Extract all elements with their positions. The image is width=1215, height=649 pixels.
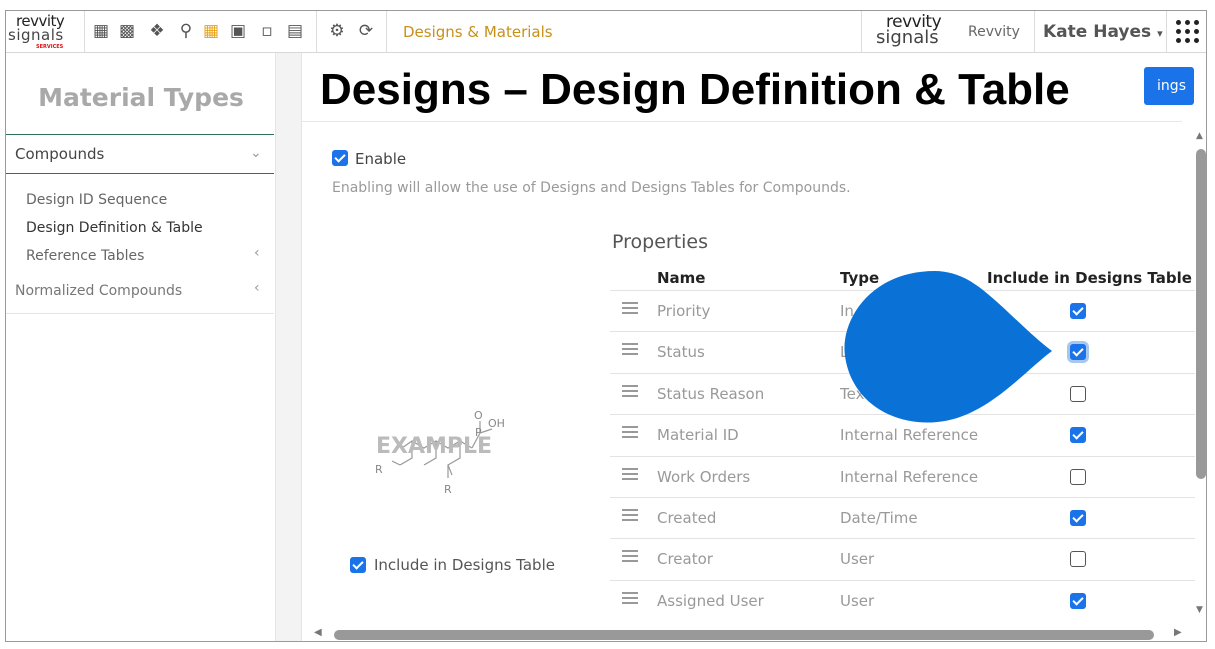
scroll-down-arrow-icon[interactable]: ▼	[1196, 605, 1203, 615]
breadcrumb[interactable]: Designs & Materials	[403, 23, 553, 41]
example-watermark: EXAMPLE	[376, 434, 492, 459]
horizontal-scrollbar[interactable]: ◀ ▶	[312, 627, 1182, 641]
divider	[386, 11, 387, 53]
property-name: Priority	[657, 302, 711, 320]
org-label[interactable]: Revvity	[968, 24, 1020, 40]
enable-checkbox[interactable]	[332, 150, 348, 166]
include-in-table-checkbox[interactable]	[1070, 468, 1086, 485]
include-designs-table-label: Include in Designs Table	[374, 556, 555, 574]
table-row[interactable]: Assigned User User	[610, 579, 1195, 621]
sidebar-title: Material Types	[38, 83, 244, 112]
table-row[interactable]: Work Orders Internal Reference	[610, 455, 1195, 497]
drag-handle-icon[interactable]	[622, 467, 638, 482]
settings-button[interactable]: ings	[1144, 67, 1194, 105]
sidebar-section-compounds[interactable]: Compounds ⌄	[6, 134, 274, 174]
table-row[interactable]: Created Date/Time	[610, 497, 1195, 538]
drag-handle-icon[interactable]	[622, 302, 638, 316]
table-icon[interactable]: ▦	[200, 20, 222, 42]
sidebar-item-normalized-compounds[interactable]: Normalized Compounds	[15, 283, 182, 299]
revvity-signals-logo[interactable]: revvity signals SERVICES	[8, 14, 65, 50]
property-type: User	[840, 591, 875, 610]
properties-title: Properties	[612, 231, 709, 253]
drag-handle-icon[interactable]	[622, 550, 638, 564]
revvity-signals-logo-right: revvity signals	[876, 12, 942, 48]
document-icon[interactable]: ▤	[284, 20, 306, 42]
svg-text:R: R	[375, 463, 383, 476]
divider	[316, 11, 317, 53]
app-window: revvity signals SERVICES ▦ ▩ ❖ ⚲ ▦ ▣ ▫ ▤…	[5, 10, 1207, 642]
folder-clock-icon[interactable]: ▣	[227, 20, 249, 42]
include-in-table-checkbox[interactable]	[1070, 303, 1086, 319]
drag-handle-icon[interactable]	[622, 384, 638, 399]
scroll-right-arrow-icon[interactable]: ▶	[1174, 627, 1182, 638]
user-name: Kate Hayes	[1043, 22, 1152, 42]
chevron-down-icon: ⌄	[250, 145, 262, 161]
property-name: Material ID	[657, 426, 739, 445]
divider	[302, 121, 1182, 122]
include-in-table-checkbox[interactable]	[1070, 551, 1086, 568]
enable-label: Enable	[355, 150, 407, 168]
drag-handle-icon[interactable]	[622, 591, 638, 606]
overlay-pointer-shape	[844, 271, 1052, 423]
divider	[1034, 11, 1035, 53]
table-row[interactable]: Creator User	[610, 538, 1195, 579]
apps-grid-icon[interactable]	[1176, 20, 1200, 44]
divider	[1166, 11, 1167, 53]
lightbulb-icon[interactable]: ⚲	[175, 20, 197, 42]
sidebar-item-reference-tables[interactable]: Reference Tables	[26, 248, 144, 264]
drag-handle-icon[interactable]	[622, 343, 638, 357]
molecule-example-image: O P OH R R EXAMPLE	[375, 409, 505, 496]
divider	[84, 11, 85, 53]
include-designs-table-checkbox[interactable]	[350, 557, 366, 573]
building-icon[interactable]: ▩	[116, 20, 138, 42]
chevron-down-icon: ▾	[1157, 27, 1163, 40]
refresh-icon[interactable]: ⟳	[355, 20, 377, 42]
scroll-left-arrow-icon[interactable]: ◀	[314, 627, 322, 638]
include-in-table-checkbox[interactable]	[1070, 592, 1086, 609]
sidebar: Material Types Compounds ⌄ Design ID Seq…	[6, 53, 276, 641]
property-name: Created	[657, 509, 717, 527]
drag-handle-icon[interactable]	[622, 426, 638, 440]
drag-handle-icon[interactable]	[622, 509, 638, 523]
include-in-table-checkbox[interactable]	[1070, 427, 1086, 444]
include-in-table-checkbox[interactable]	[1070, 385, 1086, 402]
svg-text:O: O	[474, 409, 483, 422]
property-type: Date/Time	[840, 509, 918, 527]
gear-icon[interactable]: ⚙	[326, 20, 348, 42]
vertical-scroll-thumb[interactable]	[1196, 149, 1206, 479]
property-name: Status	[657, 343, 705, 362]
divider	[6, 313, 274, 314]
horizontal-scroll-thumb[interactable]	[334, 630, 1154, 640]
chevron-left-icon[interactable]: ‹	[254, 280, 260, 296]
user-menu[interactable]: Kate Hayes ▾	[1043, 22, 1163, 42]
property-name: Status Reason	[657, 384, 765, 403]
property-name: Assigned User	[657, 591, 764, 610]
sidebar-item-design-id-sequence[interactable]: Design ID Sequence	[26, 192, 167, 208]
clipboard-icon[interactable]: ▫	[256, 20, 278, 42]
include-in-table-checkbox[interactable]	[1070, 510, 1086, 526]
property-name: Work Orders	[657, 467, 751, 486]
scroll-up-arrow-icon[interactable]: ▲	[1196, 131, 1203, 141]
svg-text:R: R	[444, 483, 452, 496]
include-in-table-checkbox[interactable]	[1070, 344, 1086, 361]
main-panel: ings Designs – Design Definition & Table…	[301, 53, 1206, 641]
panel-gutter	[276, 53, 301, 641]
svg-text:OH: OH	[488, 417, 505, 430]
enable-description: Enabling will allow the use of Designs a…	[332, 180, 851, 196]
column-header-name: Name	[657, 269, 706, 287]
divider	[861, 11, 862, 53]
top-navigation-bar: revvity signals SERVICES ▦ ▩ ❖ ⚲ ▦ ▣ ▫ ▤…	[6, 11, 1206, 53]
vertical-scrollbar[interactable]: ▲ ▼	[1195, 131, 1206, 621]
page-title: Designs – Design Definition & Table	[320, 65, 1070, 114]
property-type: Internal Reference	[840, 467, 979, 486]
chevron-left-icon[interactable]: ‹	[254, 245, 260, 261]
calculator-icon[interactable]: ▦	[90, 20, 112, 42]
property-type: User	[840, 550, 875, 569]
sidebar-item-design-definition[interactable]: Design Definition & Table	[26, 220, 203, 236]
handshake-icon[interactable]: ❖	[146, 20, 168, 42]
property-name: Creator	[657, 550, 713, 569]
